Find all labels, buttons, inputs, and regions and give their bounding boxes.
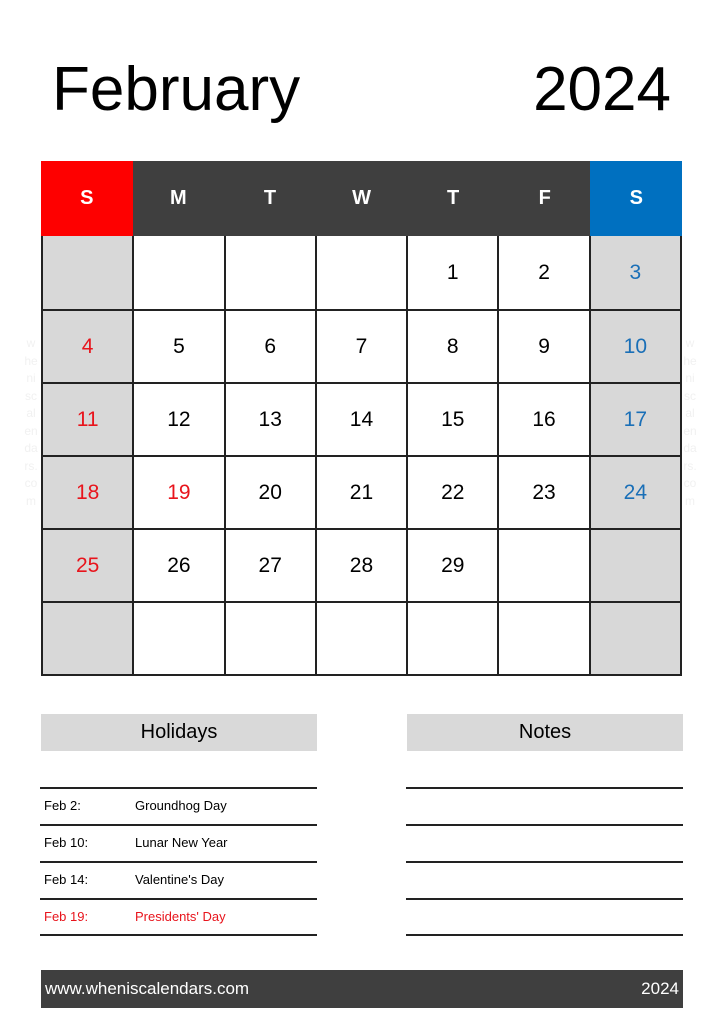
notes-line [406, 898, 683, 900]
empty-day-cell [499, 530, 591, 601]
day-cell: 29 [408, 530, 500, 601]
day-cell: 28 [316, 530, 409, 601]
empty-day-cell [590, 530, 682, 601]
empty-day-cell [408, 603, 500, 674]
notes-line [406, 861, 683, 863]
day-cell: 10 [590, 311, 682, 382]
day-cell: 25 [43, 530, 135, 601]
weekday-header-monday: M [132, 161, 225, 236]
holiday-divider [40, 861, 317, 863]
empty-day-cell [134, 603, 226, 674]
day-cell: 3 [590, 236, 682, 309]
empty-day-cell [499, 603, 591, 674]
holiday-divider [40, 934, 317, 936]
day-cell: 15 [408, 384, 500, 455]
calendar-week-row [43, 601, 682, 674]
holiday-date: Feb 10: [44, 835, 89, 850]
day-cell: 14 [316, 384, 409, 455]
day-cell: 21 [316, 457, 409, 528]
holiday-date: Feb 14: [44, 872, 89, 887]
calendar-week-row: 11 12 13 14 15 16 17 [43, 382, 682, 455]
weekday-header-row: S M T W T F S [41, 161, 683, 236]
day-cell: 6 [225, 311, 317, 382]
holiday-name: Valentine's Day [135, 872, 224, 887]
weekday-header-thursday: T [407, 161, 499, 236]
holiday-divider [40, 898, 317, 900]
day-cell: 26 [134, 530, 226, 601]
empty-day-cell [225, 236, 317, 309]
holiday-divider [40, 824, 317, 826]
day-cell: 11 [43, 384, 135, 455]
holiday-date: Feb 19: [44, 909, 89, 924]
empty-day-cell [43, 603, 135, 674]
day-cell: 18 [43, 457, 135, 528]
weekday-header-saturday: S [590, 161, 683, 236]
weekday-header-wednesday: W [315, 161, 408, 236]
holiday-name: Lunar New Year [135, 835, 228, 850]
holiday-name: Groundhog Day [135, 798, 227, 813]
day-cell: 22 [408, 457, 500, 528]
weekday-header-tuesday: T [224, 161, 316, 236]
holidays-title: Holidays [41, 714, 317, 751]
empty-day-cell [225, 603, 317, 674]
weekday-header-friday: F [498, 161, 591, 236]
holiday-date: Feb 2: [44, 798, 81, 813]
calendar-weeks: 1 2 3 4 5 6 7 8 9 10 11 12 13 14 15 16 17 18 19 20 21 22 23 24 2… [41, 236, 682, 676]
footer-website: www.wheniscalendars.com [45, 979, 250, 998]
holiday-name: Presidents' Day [135, 909, 226, 924]
notes-title: Notes [407, 714, 683, 751]
empty-day-cell [43, 236, 135, 309]
day-cell: 7 [316, 311, 409, 382]
day-cell: 5 [134, 311, 226, 382]
day-cell: 8 [408, 311, 500, 382]
empty-day-cell [316, 603, 409, 674]
watermark-left: wheniscalendars.com [24, 336, 38, 508]
day-cell: 27 [225, 530, 317, 601]
notes-line [406, 787, 683, 789]
calendar-grid: S M T W T F S 1 2 3 4 5 6 7 8 9 10 11 12 13 14 15 16 17 1… [41, 161, 683, 676]
year-title: 2024 [533, 55, 671, 124]
calendar-week-row: 18 19 20 21 22 23 24 [43, 455, 682, 528]
day-cell: 20 [225, 457, 317, 528]
day-cell: 2 [499, 236, 591, 309]
calendar-week-row: 4 5 6 7 8 9 10 [43, 309, 682, 382]
watermark-right: wheniscalendars.com [683, 336, 697, 508]
holiday-divider [40, 787, 317, 789]
calendar-week-row: 123 [43, 236, 682, 309]
day-cell: 17 [590, 384, 682, 455]
calendar-week-row: 25 26 27 28 29 [43, 528, 682, 601]
day-cell: 13 [225, 384, 317, 455]
day-cell: 12 [134, 384, 226, 455]
day-cell: 4 [43, 311, 135, 382]
empty-day-cell [590, 603, 682, 674]
notes-line [406, 824, 683, 826]
footer-bar: www.wheniscalendars.com 2024 [41, 970, 683, 1008]
month-title: February [52, 55, 301, 124]
weekday-header-sunday: S [41, 161, 133, 236]
day-cell: 1 [408, 236, 500, 309]
notes-line [406, 934, 683, 936]
day-cell: 9 [499, 311, 591, 382]
footer-year: 2024 [641, 979, 679, 998]
empty-day-cell [134, 236, 226, 309]
empty-day-cell [316, 236, 409, 309]
day-cell: 19 [134, 457, 226, 528]
day-cell: 23 [499, 457, 591, 528]
day-cell: 24 [590, 457, 682, 528]
day-cell: 16 [499, 384, 591, 455]
